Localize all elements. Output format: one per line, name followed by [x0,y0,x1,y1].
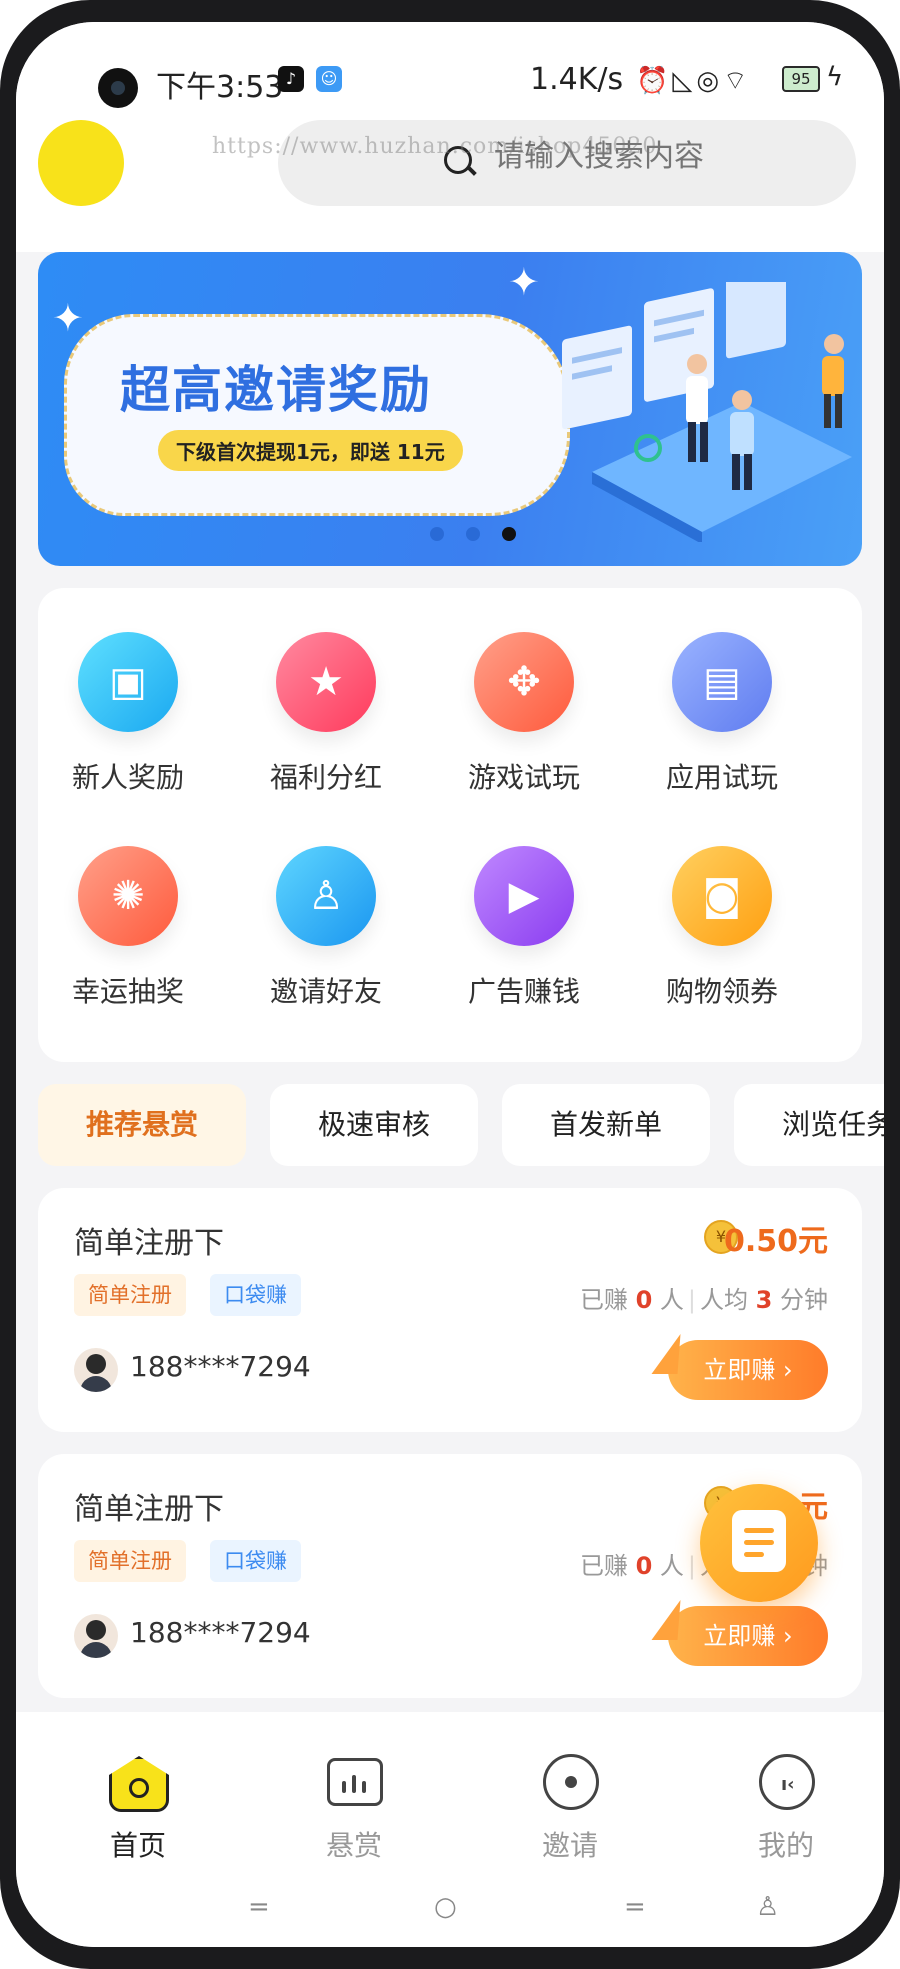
profile-icon: ı‹ [757,1752,815,1810]
phone-frame: 下午3:53 ♪ ☺ 1.4K/s ⏰◺◎⌔ 95 ϟ https://www.… [0,0,900,1969]
network-speed: 1.4K/s [530,62,624,97]
status-bar: 下午3:53 ♪ ☺ 1.4K/s ⏰◺◎⌔ 95 ϟ [16,22,884,112]
grid-item-label: 新人奖励 [71,761,184,794]
bounty-board-icon [325,1752,383,1810]
tiktok-icon: ♪ [278,66,304,92]
grid-item-label: 购物领券 [665,975,778,1008]
earn-now-button[interactable]: 立即赚 › [668,1606,828,1666]
app-logo[interactable] [38,120,124,206]
clipboard-icon [732,1510,786,1572]
app-trial-icon: ▤ [672,632,772,732]
tab-browse-tasks[interactable]: 浏览任务 [734,1084,884,1166]
banner-dot[interactable] [466,527,480,541]
task-title: 简单注册下 [74,1226,224,1261]
task-card[interactable]: 简单注册下 ¥ 0.50元 简单注册 口袋赚 已赚 0 人|人均 3 分钟 18… [38,1188,862,1432]
grid-item-app-trial[interactable]: ▤ 应用试玩 [632,632,812,796]
system-navigation-bar: = ○ = ♙ [16,1884,884,1944]
floating-task-list-button[interactable] [700,1484,818,1602]
welfare-dividend-icon: ★ [276,632,376,732]
task-reward: 0.50元 [723,1224,828,1259]
top-header: https://www.huzhan.com/ishop45020 [16,112,884,252]
back-icon[interactable]: = [624,1892,646,1922]
nav-label: 我的 [757,1829,814,1862]
office-illustration [562,282,852,542]
grid-item-label: 福利分红 [269,761,382,794]
banner-dot-active[interactable] [502,527,516,541]
task-tag: 口袋赚 [210,1274,301,1316]
grid-item-label: 邀请好友 [269,975,382,1008]
app-notification-icon: ☺ [316,66,342,92]
banner-pagination[interactable] [430,526,538,545]
banner-dot[interactable] [430,527,444,541]
menu-icon[interactable]: = [248,1892,270,1922]
nav-profile[interactable]: ı‹ 我的 [716,1752,856,1864]
banner-subtitle: 下级首次提现1元，即送 11元 [158,430,463,471]
nav-invite[interactable]: 邀请 [500,1752,640,1864]
nav-home[interactable]: 首页 [68,1752,208,1864]
publisher-phone: 188****7294 [130,1350,311,1383]
task-category-tabs: 推荐悬赏 极速审核 首发新单 浏览任务 [38,1084,884,1166]
grid-item-lucky-draw[interactable]: ✺ 幸运抽奖 [38,846,218,1010]
app-screen: 下午3:53 ♪ ☺ 1.4K/s ⏰◺◎⌔ 95 ϟ https://www.… [16,22,884,1947]
new-user-reward-icon: ▣ [78,632,178,732]
earn-now-button[interactable]: 立即赚 › [668,1340,828,1400]
battery-icon: 95 [782,66,820,92]
grid-item-label: 游戏试玩 [467,761,580,794]
nav-label: 首页 [109,1829,166,1862]
grid-item-shopping-coupon[interactable]: ◙ 购物领券 [632,846,812,1010]
task-title: 简单注册下 [74,1492,224,1527]
assistant-icon[interactable]: ♙ [756,1892,779,1922]
charging-icon: ϟ [826,62,844,92]
gamepad-icon: ✥ [474,632,574,732]
home-icon [109,1752,169,1812]
signal-wifi-icons: ⏰◺◎⌔ [636,66,752,96]
watermark-text: https://www.huzhan.com/ishop45020 [212,134,658,159]
grid-item-welfare-dividend[interactable]: ★ 福利分红 [236,632,416,796]
promo-banner[interactable]: ✦ ✦ 超高邀请奖励 下级首次提现1元，即送 11元 [38,252,862,566]
camera-cutout [98,68,138,108]
grid-item-label: 幸运抽奖 [71,975,184,1008]
shopping-bag-icon: ◙ [672,846,772,946]
sparkle-icon: ✦ [52,296,84,340]
lucky-wheel-icon: ✺ [78,846,178,946]
video-ad-icon: ▶ [474,846,574,946]
task-tag: 简单注册 [74,1274,186,1316]
nav-label: 邀请 [541,1829,598,1862]
tab-new-orders[interactable]: 首发新单 [502,1084,710,1166]
grid-item-invite-friend[interactable]: ♙ 邀请好友 [236,846,416,1010]
tab-fast-review[interactable]: 极速审核 [270,1084,478,1166]
status-time: 下午3:53 [156,70,284,105]
grid-item-ad-earning[interactable]: ▶ 广告赚钱 [434,846,614,1010]
tab-recommended[interactable]: 推荐悬赏 [38,1084,246,1166]
invite-friend-icon: ♙ [276,846,376,946]
search-bar[interactable] [278,120,856,206]
grid-item-label: 广告赚钱 [467,975,580,1008]
nav-label: 悬赏 [325,1829,382,1862]
grid-item-new-user-reward[interactable]: ▣ 新人奖励 [38,632,218,796]
avatar [74,1348,118,1392]
feature-grid: ▣ 新人奖励 ★ 福利分红 ✥ 游戏试玩 ▤ 应用试玩 ✺ 幸运抽奖 ♙ 邀请好… [38,588,862,1062]
avatar [74,1614,118,1658]
nav-bounty[interactable]: 悬赏 [284,1752,424,1864]
task-stats: 已赚 0 人|人均 3 分钟 [579,1286,828,1314]
grid-item-game-trial[interactable]: ✥ 游戏试玩 [434,632,614,796]
publisher-phone: 188****7294 [130,1616,311,1649]
banner-title: 超高邀请奖励 [120,361,432,419]
grid-item-label: 应用试玩 [665,761,778,794]
task-tag: 口袋赚 [210,1540,301,1582]
sparkle-icon: ✦ [508,260,540,304]
task-tag: 简单注册 [74,1540,186,1582]
home-circle-icon[interactable]: ○ [434,1892,457,1922]
invite-icon [541,1752,599,1810]
